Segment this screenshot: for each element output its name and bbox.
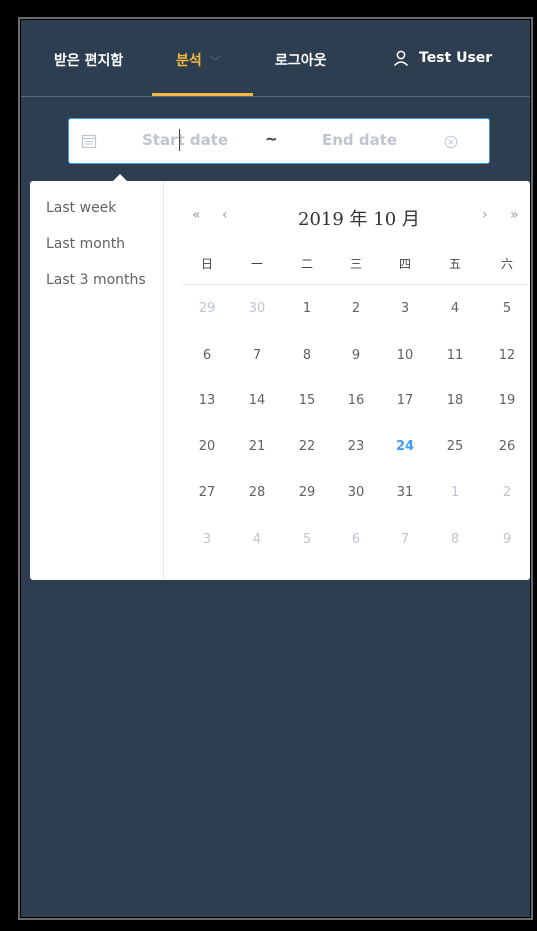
- nav-analysis[interactable]: 분석 ﹀: [176, 50, 221, 70]
- calendar-day[interactable]: 31: [385, 485, 425, 500]
- shortcut-last-month[interactable]: Last month: [46, 236, 125, 252]
- calendar-day[interactable]: 28: [237, 485, 277, 500]
- calendar-day[interactable]: 24: [385, 439, 425, 454]
- calendar-day-outside[interactable]: 29: [187, 301, 227, 316]
- nav-user[interactable]: Test User: [419, 50, 492, 66]
- calendar-day-outside[interactable]: 2: [487, 485, 527, 500]
- weekday-label: 五: [448, 257, 461, 271]
- calendar-day[interactable]: 15: [287, 393, 327, 408]
- chevron-down-icon: ﹀: [209, 55, 221, 68]
- calendar-day[interactable]: 27: [187, 485, 227, 500]
- calendar-day-outside[interactable]: 5: [287, 532, 327, 547]
- top-nav: 받은 편지함 분석 ﹀ 로그아웃 Test User: [21, 20, 530, 97]
- calendar-day[interactable]: 23: [336, 439, 376, 454]
- calendar-title: 2019 年 10 月: [298, 209, 420, 230]
- calendar-day[interactable]: 12: [487, 348, 527, 363]
- calendar-day[interactable]: 5: [487, 301, 527, 316]
- prev-month-button[interactable]: ‹: [222, 207, 228, 223]
- date-range-picker[interactable]: Start date ~ End date: [68, 118, 490, 164]
- calendar-day[interactable]: 13: [187, 393, 227, 408]
- calendar-day[interactable]: 29: [287, 485, 327, 500]
- calendar-day-outside[interactable]: 4: [237, 532, 277, 547]
- popup-arrow: [113, 174, 127, 181]
- user-icon: [393, 50, 409, 66]
- shortcut-last-week[interactable]: Last week: [46, 200, 116, 216]
- text-caret: [179, 129, 180, 151]
- calendar-day[interactable]: 20: [187, 439, 227, 454]
- calendar-day[interactable]: 14: [237, 393, 277, 408]
- calendar-day-outside[interactable]: 30: [237, 301, 277, 316]
- next-year-button[interactable]: »: [510, 207, 519, 223]
- calendar-day[interactable]: 7: [237, 348, 277, 363]
- nav-analysis-label: 분석: [176, 53, 202, 69]
- calendar-day[interactable]: 30: [336, 485, 376, 500]
- prev-year-button[interactable]: «: [192, 207, 201, 223]
- weekday-label: 四: [398, 257, 411, 271]
- calendar-day-outside[interactable]: 3: [187, 532, 227, 547]
- weekday-label: 三: [349, 257, 362, 271]
- calendar-day[interactable]: 16: [336, 393, 376, 408]
- calendar-day[interactable]: 21: [237, 439, 277, 454]
- calendar-day[interactable]: 8: [287, 348, 327, 363]
- nav-logout[interactable]: 로그아웃: [275, 50, 327, 70]
- calendar-day-outside[interactable]: 6: [336, 532, 376, 547]
- end-date-input[interactable]: End date: [322, 131, 397, 149]
- calendar-day-outside[interactable]: 9: [487, 532, 527, 547]
- weekday-label: 六: [500, 257, 513, 271]
- calendar-day[interactable]: 26: [487, 439, 527, 454]
- shortcut-last-3-months[interactable]: Last 3 months: [46, 272, 146, 288]
- shortcut-sidebar: Last week Last month Last 3 months: [30, 181, 164, 580]
- calendar-day[interactable]: 19: [487, 393, 527, 408]
- weekday-label: 一: [250, 257, 263, 271]
- weekday-label: 日: [200, 257, 213, 271]
- calendar-day[interactable]: 25: [435, 439, 475, 454]
- calendar-day[interactable]: 9: [336, 348, 376, 363]
- app: 받은 편지함 분석 ﹀ 로그아웃 Test User Start date ~ E…: [21, 20, 530, 917]
- calendar-day[interactable]: 22: [287, 439, 327, 454]
- date-picker-popup: Last week Last month Last 3 months « ‹ 2…: [30, 181, 530, 580]
- calendar-day[interactable]: 1: [287, 301, 327, 316]
- calendar-day[interactable]: 11: [435, 348, 475, 363]
- calendar-day-outside[interactable]: 7: [385, 532, 425, 547]
- weekday-label: 二: [300, 257, 313, 271]
- calendar-day[interactable]: 17: [385, 393, 425, 408]
- calendar-day[interactable]: 2: [336, 301, 376, 316]
- nav-inbox[interactable]: 받은 편지함: [54, 50, 123, 70]
- calendar-day[interactable]: 6: [187, 348, 227, 363]
- calendar-day-outside[interactable]: 8: [435, 532, 475, 547]
- next-month-button[interactable]: ›: [482, 207, 488, 223]
- range-separator: ~: [265, 130, 278, 148]
- calendar-day[interactable]: 10: [385, 348, 425, 363]
- clear-icon[interactable]: [444, 135, 458, 149]
- start-date-input[interactable]: Start date: [142, 131, 228, 149]
- calendar-day[interactable]: 18: [435, 393, 475, 408]
- calendar-day[interactable]: 3: [385, 301, 425, 316]
- calendar-icon: [81, 134, 97, 149]
- weekday-divider: [182, 284, 530, 285]
- calendar-day-outside[interactable]: 1: [435, 485, 475, 500]
- nav-divider: [21, 96, 530, 97]
- calendar-day[interactable]: 4: [435, 301, 475, 316]
